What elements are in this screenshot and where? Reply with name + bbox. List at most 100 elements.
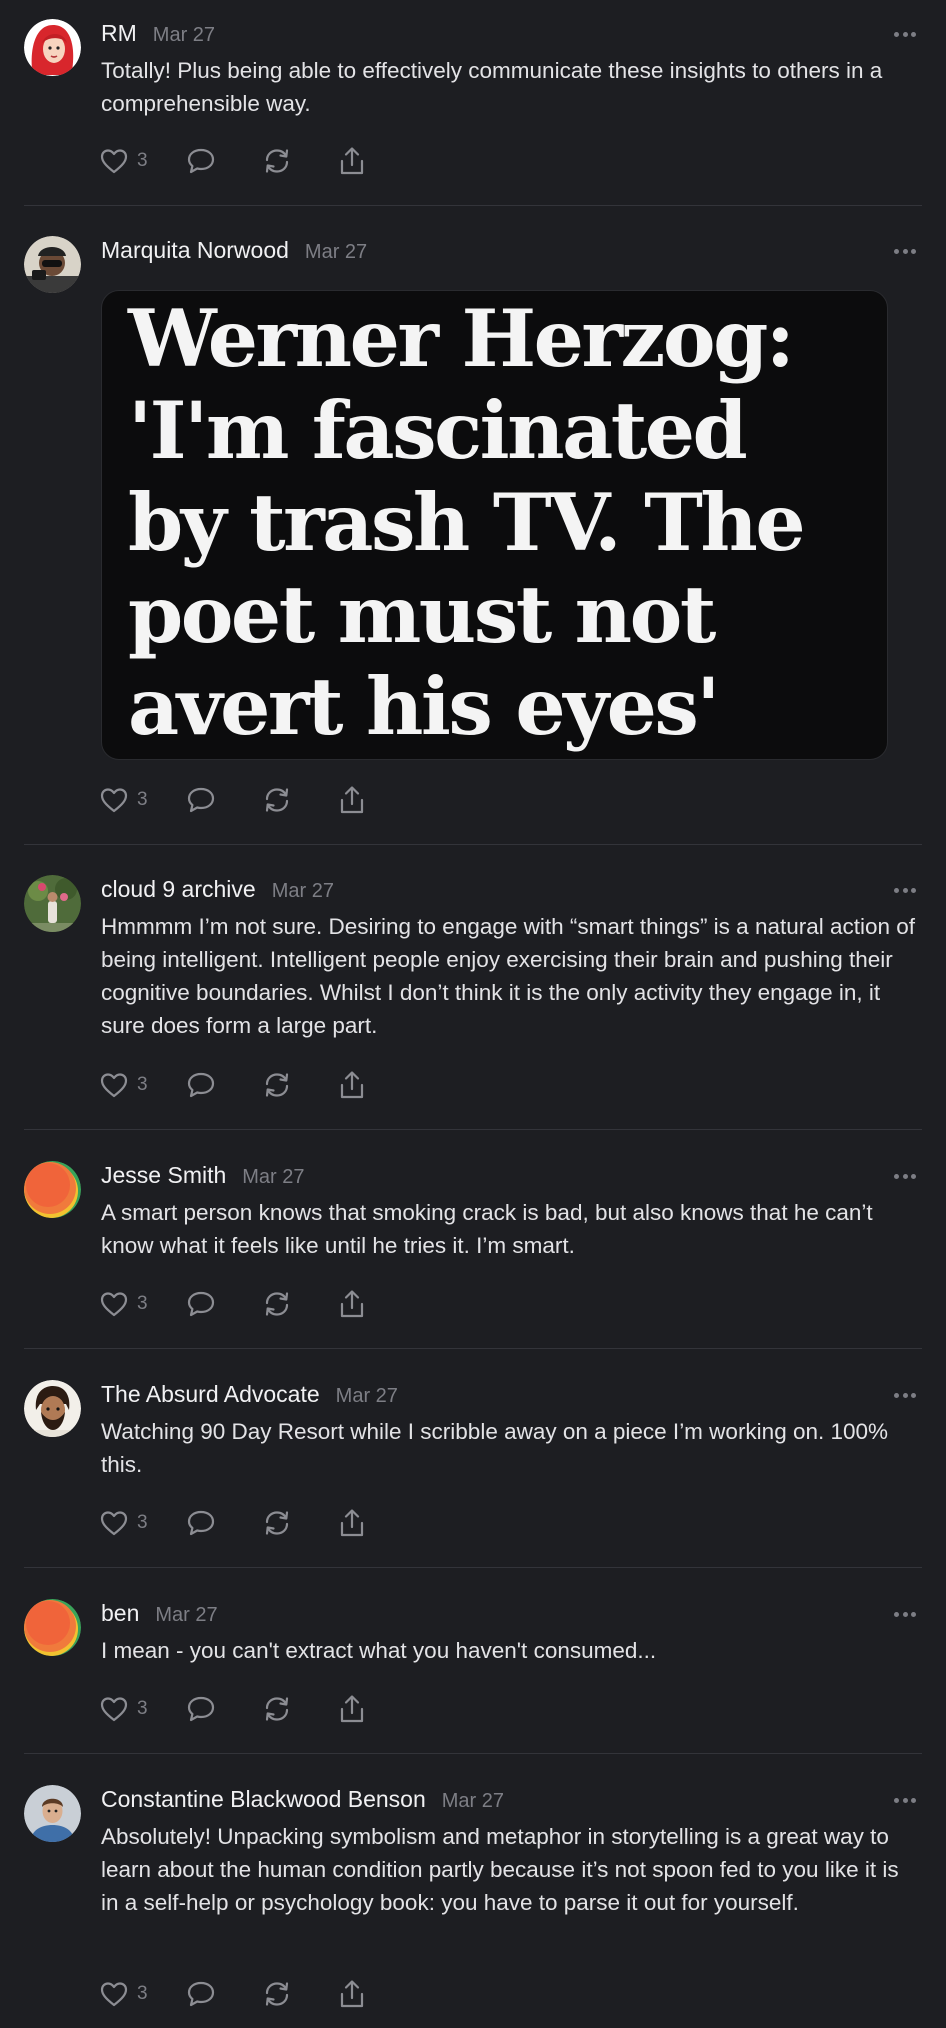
repost-button[interactable] (262, 1070, 292, 1100)
comment-icon (187, 1510, 214, 1536)
like-button[interactable]: 3 (100, 148, 148, 174)
comment-icon (187, 1291, 214, 1317)
post-actions: 3 (100, 1694, 366, 1724)
post-date: Mar 27 (304, 241, 368, 263)
avatar[interactable] (24, 1599, 81, 1656)
comment-feed: RM Mar 27 Totally! Plus being able to ef… (0, 0, 946, 2028)
share-icon (340, 1290, 363, 1318)
comment-post: Constantine Blackwood Benson Mar 27 Abso… (0, 1754, 946, 2028)
more-icon[interactable] (894, 888, 916, 894)
post-text: Hmmmm I’m not sure. Desiring to engage w… (101, 914, 916, 1038)
share-icon (340, 1509, 363, 1537)
author-name[interactable]: ben (101, 1600, 139, 1627)
avatar[interactable] (24, 19, 81, 76)
comment-post: Marquita Norwood Mar 27 Werner Herzog: '… (0, 206, 946, 845)
post-text: Totally! Plus being able to effectively … (101, 58, 883, 116)
repost-button[interactable] (262, 1694, 292, 1724)
share-button[interactable] (338, 1979, 366, 2009)
post-date: Mar 27 (441, 1790, 505, 1812)
post-date: Mar 27 (152, 24, 216, 46)
repost-icon (265, 149, 288, 173)
like-count: 3 (137, 1074, 148, 1095)
post-header: Jesse Smith Mar 27 (101, 1130, 922, 1190)
comment-icon (187, 148, 214, 174)
heart-icon (100, 1073, 128, 1098)
post-actions: 3 (100, 1979, 366, 2009)
like-button[interactable]: 3 (100, 1981, 148, 2007)
share-button[interactable] (338, 1070, 366, 1100)
post-date: Mar 27 (335, 1385, 398, 1407)
post-text: Absolutely! Unpacking symbolism and meta… (101, 1824, 899, 1915)
comment-button[interactable] (186, 147, 216, 175)
more-icon[interactable] (894, 1393, 916, 1399)
post-header: Marquita Norwood Mar 27 (101, 206, 922, 265)
post-text: A smart person knows that smoking crack … (101, 1200, 873, 1258)
repost-button[interactable] (262, 146, 292, 176)
comment-post: cloud 9 archive Mar 27 Hmmmm I’m not sur… (0, 845, 946, 1130)
post-header: cloud 9 archive Mar 27 (101, 845, 922, 904)
like-button[interactable]: 3 (100, 1072, 148, 1098)
repost-button[interactable] (262, 1979, 292, 2009)
author-name[interactable]: Constantine Blackwood Benson (101, 1786, 426, 1813)
author-name[interactable]: Marquita Norwood (101, 237, 289, 264)
avatar[interactable] (24, 1785, 81, 1842)
comment-icon (187, 787, 214, 813)
avatar[interactable] (24, 236, 81, 293)
repost-button[interactable] (262, 1289, 292, 1319)
post-header: RM Mar 27 (101, 0, 922, 48)
heart-icon (100, 1982, 128, 2007)
post-actions: 3 (100, 1070, 366, 1100)
repost-icon (265, 788, 288, 812)
comment-icon (187, 1072, 214, 1098)
like-button[interactable]: 3 (100, 787, 148, 813)
author-name[interactable]: The Absurd Advocate (101, 1381, 320, 1408)
repost-button[interactable] (262, 785, 292, 815)
post-text: I mean - you can't extract what you have… (101, 1638, 657, 1663)
comment-button[interactable] (186, 1290, 216, 1318)
repost-icon (265, 1697, 288, 1721)
comment-button[interactable] (186, 786, 216, 814)
comment-button[interactable] (186, 1509, 216, 1537)
like-button[interactable]: 3 (100, 1696, 148, 1722)
like-button[interactable]: 3 (100, 1510, 148, 1536)
more-icon[interactable] (894, 1612, 916, 1618)
post-image[interactable]: Werner Herzog: 'I'm fascinated by trash … (101, 290, 888, 760)
author-name[interactable]: Jesse Smith (101, 1162, 226, 1189)
like-count: 3 (137, 150, 148, 171)
post-actions: 3 (100, 1508, 366, 1538)
author-name[interactable]: RM (101, 20, 137, 47)
avatar[interactable] (24, 1380, 81, 1437)
comment-button[interactable] (186, 1071, 216, 1099)
comment-post: ben Mar 27 I mean - you can't extract wh… (0, 1568, 946, 1754)
post-image-headline: Werner Herzog: 'I'm fascinated by trash … (128, 292, 806, 753)
like-count: 3 (137, 1512, 148, 1533)
comment-button[interactable] (186, 1695, 216, 1723)
comment-button[interactable] (186, 1980, 216, 2008)
share-icon (340, 1980, 363, 2008)
share-icon (340, 786, 363, 814)
author-name[interactable]: cloud 9 archive (101, 876, 256, 903)
share-button[interactable] (338, 1289, 366, 1319)
share-button[interactable] (338, 1694, 366, 1724)
more-icon[interactable] (894, 249, 916, 255)
post-actions: 3 (100, 146, 366, 176)
repost-button[interactable] (262, 1508, 292, 1538)
share-icon (340, 1695, 363, 1723)
more-icon[interactable] (894, 1174, 916, 1180)
avatar[interactable] (24, 1161, 81, 1218)
comment-post: The Absurd Advocate Mar 27 Watching 90 D… (0, 1349, 946, 1568)
more-icon[interactable] (894, 1798, 916, 1804)
like-button[interactable]: 3 (100, 1291, 148, 1317)
post-header: Constantine Blackwood Benson Mar 27 (101, 1754, 922, 1814)
avatar[interactable] (24, 875, 81, 932)
more-icon[interactable] (894, 32, 916, 38)
heart-icon (100, 1511, 128, 1536)
share-button[interactable] (338, 785, 366, 815)
like-count: 3 (137, 1698, 148, 1719)
comment-icon (187, 1696, 214, 1722)
share-button[interactable] (338, 1508, 366, 1538)
share-button[interactable] (338, 146, 366, 176)
share-icon (340, 147, 363, 175)
heart-icon (100, 788, 128, 813)
comment-post: RM Mar 27 Totally! Plus being able to ef… (0, 0, 946, 206)
